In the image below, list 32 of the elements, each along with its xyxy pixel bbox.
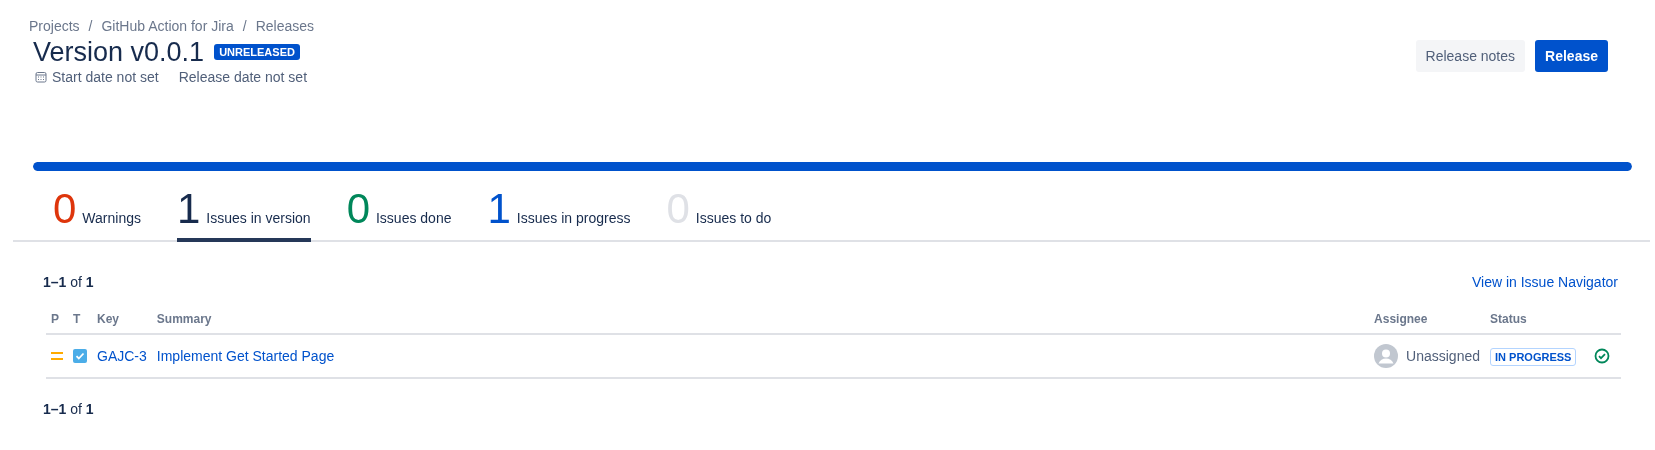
breadcrumb-link[interactable]: Projects <box>29 18 80 34</box>
avatar-icon <box>1374 344 1399 368</box>
stat-tab[interactable]: 1 Issues in version <box>177 187 311 242</box>
issue-summary-link[interactable]: Implement Get Started Page <box>156 348 335 364</box>
issue-key-link[interactable]: GAJC-3 <box>97 348 147 364</box>
pagination-count: 1–1 of 1 <box>43 401 94 417</box>
breadcrumb-separator: / <box>242 18 247 34</box>
release-date: Release date not set <box>178 69 308 85</box>
start-date: Start date not set <box>52 69 159 85</box>
status-lozenge: IN PROGRESS <box>1490 348 1577 366</box>
column-header: T <box>68 304 92 334</box>
version-title: Version v0.0.1 <box>33 36 205 68</box>
column-header: P <box>46 304 68 334</box>
stat-tab[interactable]: 0 Warnings <box>53 187 141 242</box>
column-header: Key <box>92 304 152 334</box>
issue-navigator-link[interactable]: View in Issue Navigator <box>1471 274 1618 290</box>
release-notes-button[interactable]: Release notes <box>1415 40 1526 72</box>
stat-tab[interactable]: 1 Issues in progress <box>487 187 631 242</box>
calendar-icon <box>35 71 47 83</box>
status-lozenge: UNRELEASED <box>214 44 300 60</box>
column-header: Assignee <box>1369 304 1485 334</box>
assignee-name: Unassigned <box>1406 348 1480 364</box>
breadcrumb-link[interactable]: GitHub Action for Jira <box>101 18 234 34</box>
column-header: Summary <box>151 304 1370 334</box>
release-button[interactable]: Release <box>1535 40 1608 72</box>
breadcrumb-separator: / <box>88 18 93 34</box>
priority-icon <box>51 352 63 360</box>
column-header: Status <box>1485 304 1589 334</box>
breadcrumb-link[interactable]: Releases <box>255 18 314 34</box>
stat-tab[interactable]: 0 Issues done <box>346 187 452 242</box>
pagination-count: 1–1 of 1 <box>43 274 94 290</box>
task-icon <box>73 349 87 363</box>
